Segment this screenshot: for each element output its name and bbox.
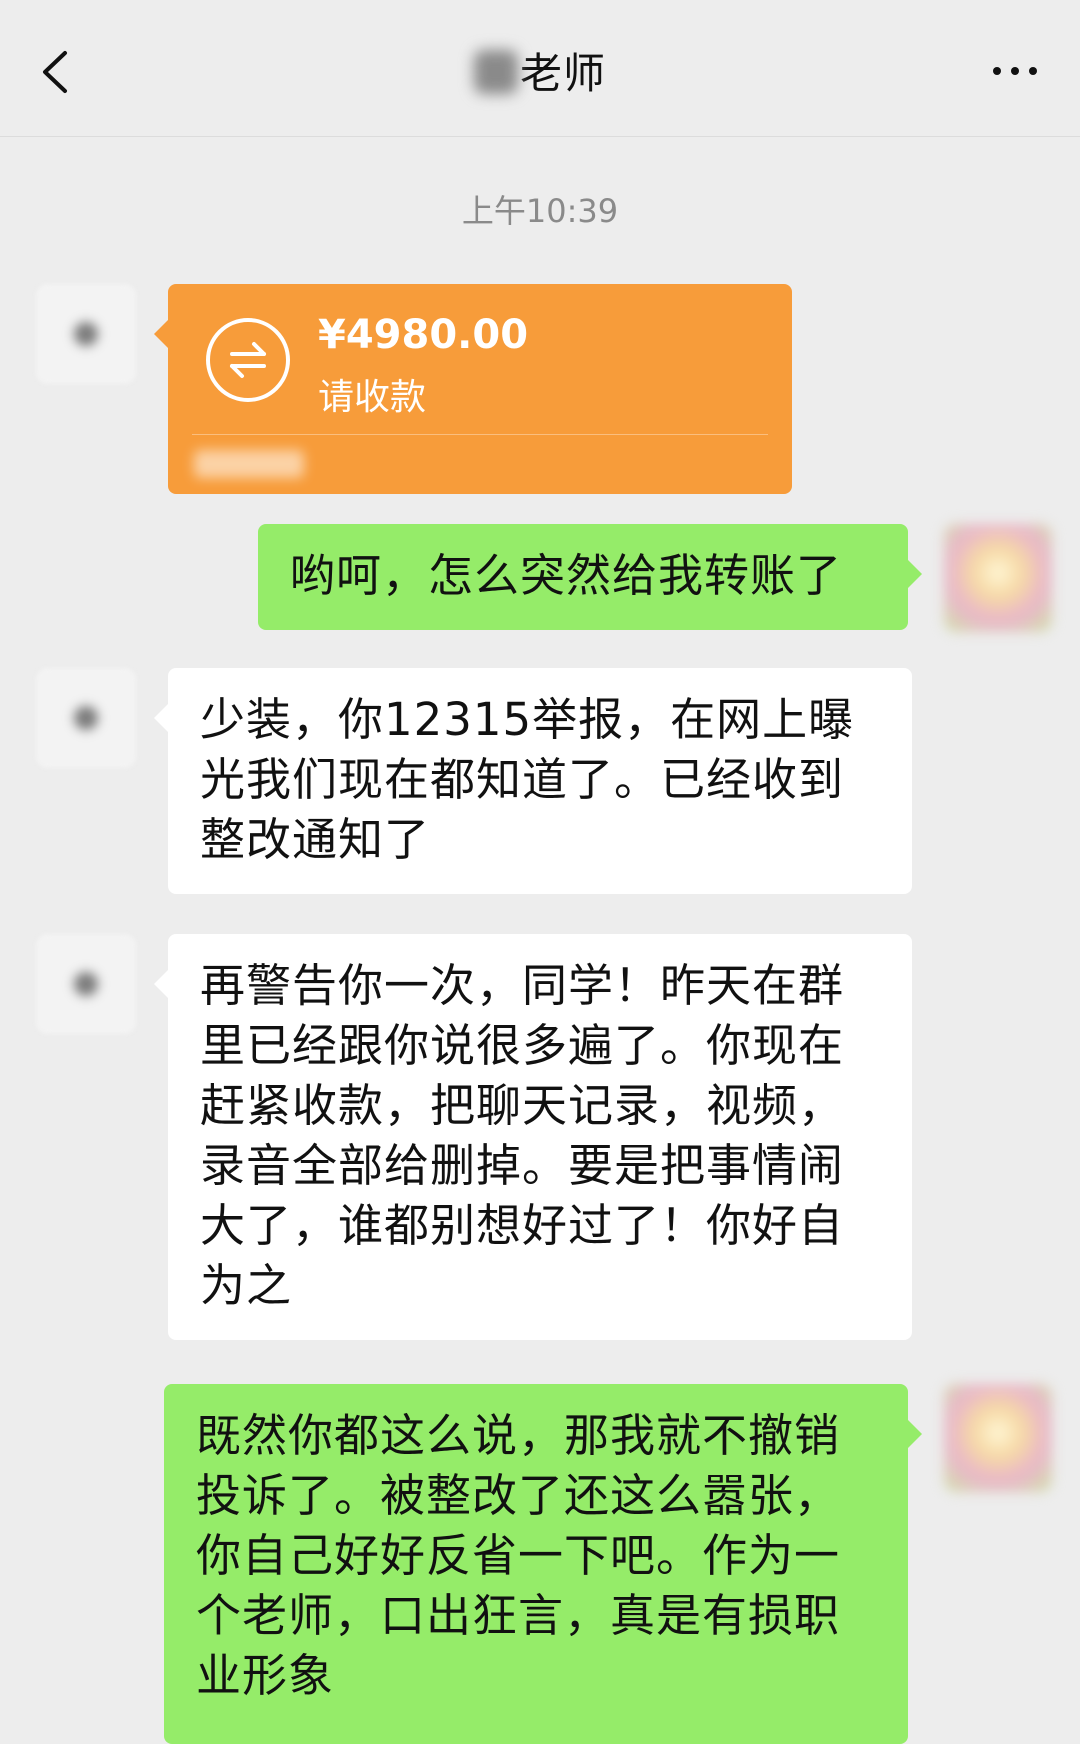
message-bubble-received[interactable]: 少装，你12315举报，在网上曝光我们现在都知道了。已经收到整改通知了 [154,668,912,894]
transfer-amount: ¥4980.00 [318,312,529,358]
more-dots-icon [1011,67,1019,75]
more-dots-icon [1029,67,1037,75]
chat-title-text: 老师 [519,49,606,98]
transfer-status: 请收款 [318,377,427,418]
message-timestamp: 上午10:39 [461,192,619,230]
teacher-avatar[interactable] [36,668,136,768]
teacher-avatar[interactable] [36,284,136,384]
transfer-arrows-icon [206,318,290,402]
more-dots-icon [993,67,1001,75]
teacher-avatar[interactable] [36,934,136,1034]
my-avatar[interactable] [944,524,1052,632]
more-button[interactable] [980,46,1050,96]
chat-header: 老师 [0,0,1080,137]
message-bubble-sent[interactable]: 哟呵，怎么突然给我转账了 [258,524,922,630]
transfer-card[interactable]: ¥4980.00 请收款 [154,284,792,494]
chat-title: 老师 [0,40,1080,101]
message-bubble-sent[interactable]: 既然你都这么说，那我就不撤销投诉了。被整改了还这么嚣张，你自己好好反省一下吧。作… [164,1384,922,1744]
transfer-footer-blurred [194,450,304,478]
blurred-name [473,50,518,94]
my-avatar[interactable] [944,1384,1052,1492]
transfer-divider [192,434,768,435]
message-bubble-received[interactable]: 再警告你一次，同学！昨天在群里已经跟你说很多遍了。你现在赶紧收款，把聊天记录，视… [154,934,912,1340]
